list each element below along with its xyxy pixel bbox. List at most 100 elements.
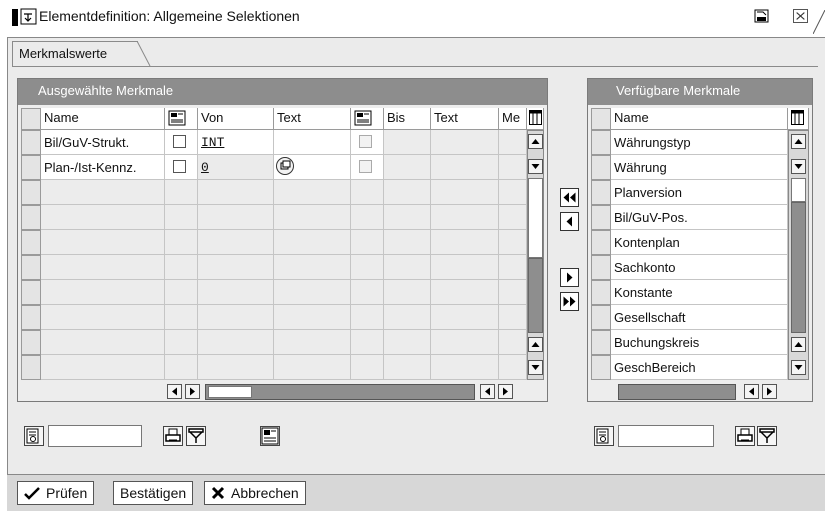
search-input[interactable]	[48, 425, 142, 447]
empty-from-cell[interactable]	[198, 180, 274, 205]
scrollbar-thumb[interactable]	[528, 178, 543, 258]
scroll-page-up-button[interactable]	[791, 337, 806, 352]
list-item[interactable]: Bil/GuV-Pos.	[611, 205, 788, 230]
move-all-left-button[interactable]	[560, 188, 579, 207]
empty-to-cell[interactable]	[384, 305, 431, 330]
list-item[interactable]: Kontenplan	[611, 230, 788, 255]
search-input-right[interactable]	[618, 425, 714, 447]
row-selector[interactable]	[591, 305, 611, 330]
scroll-right-button[interactable]	[762, 384, 777, 399]
empty-to-cell[interactable]	[384, 330, 431, 355]
row-selector[interactable]	[591, 155, 611, 180]
row-selector[interactable]	[21, 255, 41, 280]
minimize-icon[interactable]	[754, 9, 769, 23]
print-button-right[interactable]	[735, 426, 755, 446]
select-all-cell[interactable]	[591, 108, 611, 130]
empty-from-cell[interactable]	[198, 205, 274, 230]
list-item[interactable]: GeschBereich	[611, 355, 788, 380]
scroll-down-button[interactable]	[528, 159, 543, 174]
horizontal-scrollbar[interactable]	[618, 384, 736, 400]
close-icon[interactable]	[793, 9, 808, 23]
scrollbar-track[interactable]	[791, 202, 806, 333]
row-selector[interactable]	[591, 230, 611, 255]
print-button[interactable]	[163, 426, 183, 446]
scroll-page-down-button[interactable]	[528, 360, 543, 375]
row-selector[interactable]	[591, 280, 611, 305]
row-selector[interactable]	[591, 180, 611, 205]
column-header-from[interactable]: Von	[198, 108, 274, 130]
row-selector[interactable]	[21, 305, 41, 330]
column-header-name[interactable]: Name	[611, 108, 788, 130]
multiple-selection-button[interactable]	[260, 426, 280, 446]
list-item[interactable]: Sachkonto	[611, 255, 788, 280]
confirm-button[interactable]: Bestätigen	[113, 481, 194, 505]
scroll-page-down-button[interactable]	[791, 360, 806, 375]
row-selector[interactable]	[591, 130, 611, 155]
scroll-up-button[interactable]	[528, 134, 543, 149]
scroll-up-button[interactable]	[791, 134, 806, 149]
empty-to-cell[interactable]	[384, 230, 431, 255]
move-right-button[interactable]	[560, 268, 579, 287]
empty-to-cell[interactable]	[384, 355, 431, 380]
move-all-right-button[interactable]	[560, 292, 579, 311]
row-selector[interactable]	[21, 230, 41, 255]
list-item[interactable]: Planversion	[611, 180, 788, 205]
scroll-right-button[interactable]	[185, 384, 200, 399]
table-settings-button[interactable]	[788, 108, 809, 130]
value-help-icon[interactable]	[275, 156, 295, 176]
row-selector[interactable]	[591, 355, 611, 380]
empty-to-cell[interactable]	[384, 280, 431, 305]
row-selector[interactable]	[591, 205, 611, 230]
empty-from-cell[interactable]	[198, 230, 274, 255]
empty-from-cell[interactable]	[198, 280, 274, 305]
row-selector[interactable]	[591, 255, 611, 280]
list-item[interactable]: Gesellschaft	[611, 305, 788, 330]
row-selector[interactable]	[591, 330, 611, 355]
filter-button[interactable]	[186, 426, 206, 446]
row-from-input[interactable]: 0	[198, 155, 274, 180]
horizontal-scrollbar-thumb[interactable]	[208, 386, 252, 398]
empty-from-cell[interactable]	[198, 355, 274, 380]
column-header-name[interactable]: Name	[41, 108, 165, 130]
scroll-left-button-2[interactable]	[480, 384, 495, 399]
row-selector[interactable]	[21, 330, 41, 355]
column-header-multiselect[interactable]	[165, 108, 198, 130]
list-item[interactable]: Währungstyp	[611, 130, 788, 155]
move-left-button[interactable]	[560, 212, 579, 231]
horizontal-scrollbar[interactable]	[205, 384, 475, 400]
cancel-button[interactable]: Abbrechen	[204, 481, 306, 505]
row-checkbox[interactable]	[173, 135, 186, 148]
scroll-right-button-2[interactable]	[498, 384, 513, 399]
row-selector[interactable]	[21, 355, 41, 380]
scrollbar-track[interactable]	[528, 258, 543, 333]
empty-from-cell[interactable]	[198, 255, 274, 280]
row-from-input[interactable]: INT	[198, 130, 274, 155]
list-item[interactable]: Währung	[611, 155, 788, 180]
scroll-page-up-button[interactable]	[528, 337, 543, 352]
row-to[interactable]	[384, 155, 431, 180]
list-item[interactable]: Buchungskreis	[611, 330, 788, 355]
row-selector[interactable]	[21, 180, 41, 205]
column-header-multiselect-2[interactable]	[351, 108, 384, 130]
column-header-text[interactable]: Text	[274, 108, 351, 130]
empty-to-cell[interactable]	[384, 180, 431, 205]
empty-from-cell[interactable]	[198, 305, 274, 330]
table-settings-button[interactable]	[527, 108, 544, 130]
row-to[interactable]	[384, 130, 431, 155]
column-header-to[interactable]: Bis	[384, 108, 431, 130]
empty-to-cell[interactable]	[384, 205, 431, 230]
filter-button-right[interactable]	[757, 426, 777, 446]
empty-to-cell[interactable]	[384, 255, 431, 280]
select-all-cell[interactable]	[21, 108, 41, 130]
row-selector[interactable]	[21, 130, 41, 155]
tab-merkmalswerte[interactable]: Merkmalswerte	[12, 41, 138, 67]
scroll-left-button[interactable]	[167, 384, 182, 399]
empty-from-cell[interactable]	[198, 330, 274, 355]
scrollbar-thumb[interactable]	[791, 178, 806, 202]
scroll-left-button[interactable]	[744, 384, 759, 399]
row-selector[interactable]	[21, 280, 41, 305]
find-button[interactable]	[24, 426, 44, 446]
check-button[interactable]: Prüfen	[17, 481, 95, 505]
scroll-down-button[interactable]	[791, 159, 806, 174]
column-header-unit[interactable]: Me	[499, 108, 527, 130]
